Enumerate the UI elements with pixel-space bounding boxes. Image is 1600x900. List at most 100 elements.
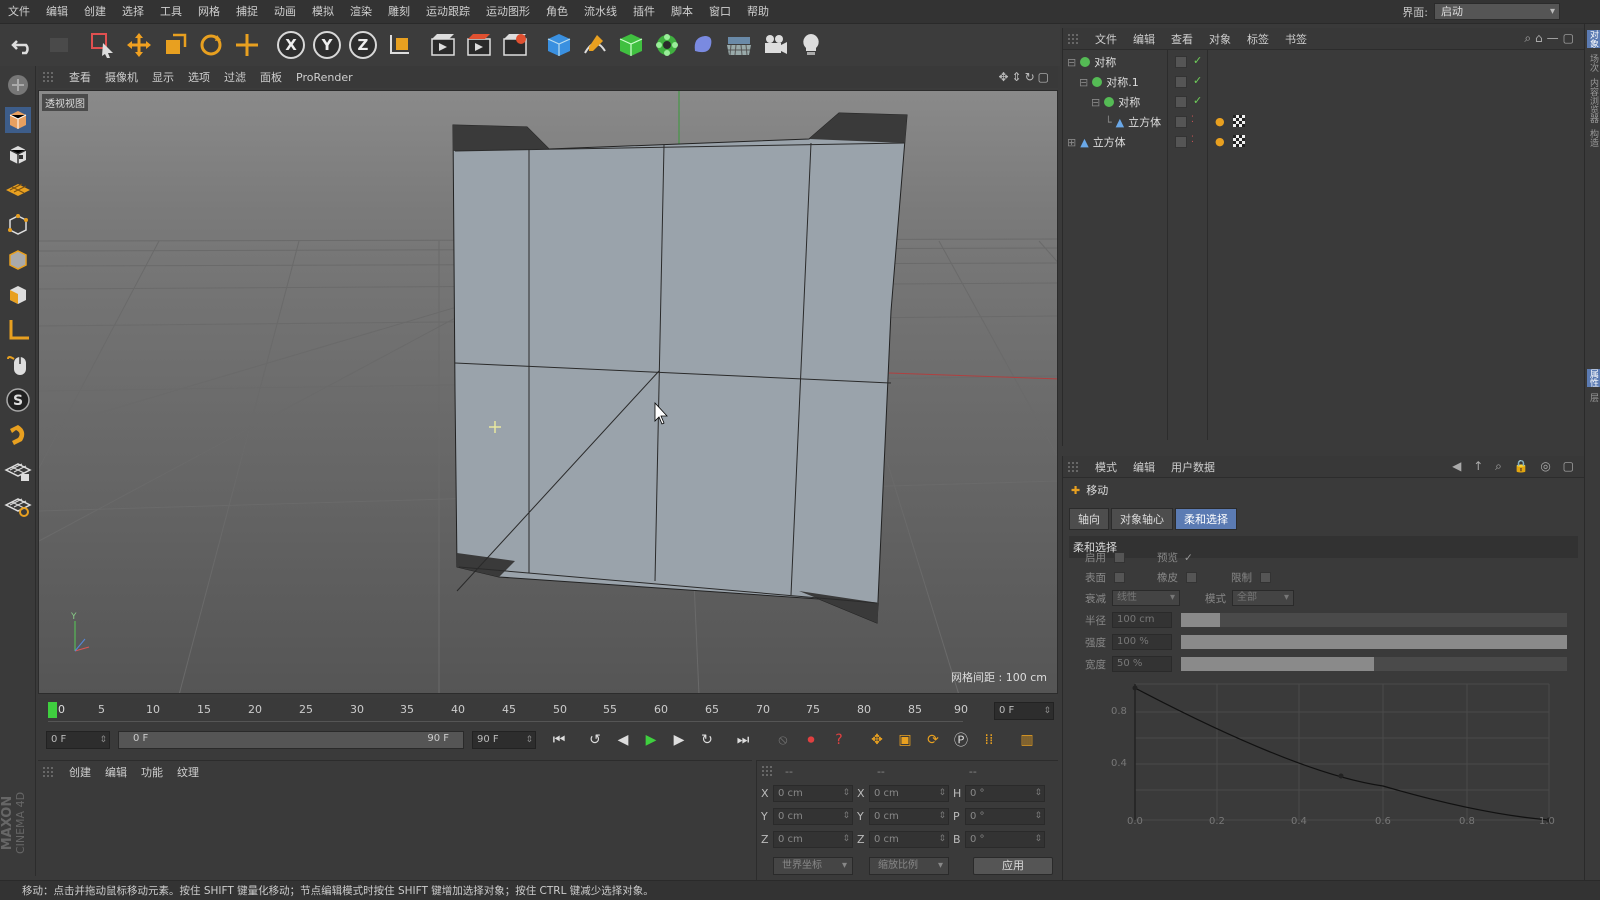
menu-script[interactable]: 脚本: [663, 0, 701, 24]
surface-checkbox[interactable]: [1114, 572, 1125, 583]
layer-toggle-icon[interactable]: [1175, 76, 1187, 88]
panel-grip-icon[interactable]: [1067, 460, 1079, 473]
play-icon[interactable]: ▶: [638, 727, 664, 753]
tab-content-browser-vertical[interactable]: 内容浏览器: [1587, 78, 1600, 123]
strength-slider[interactable]: [1181, 635, 1567, 649]
mode-dropdown[interactable]: 全部: [1232, 590, 1294, 606]
mat-menu-create[interactable]: 创建: [62, 764, 98, 780]
y-axis-lock-icon[interactable]: Y: [310, 28, 344, 62]
collapse-icon[interactable]: ⊟: [1091, 96, 1100, 109]
panel-grip-icon[interactable]: [42, 766, 54, 778]
z-axis-lock-icon[interactable]: Z: [346, 28, 380, 62]
size-y-field[interactable]: 0 cm: [869, 808, 949, 825]
world-coordinates-dropdown[interactable]: 世界坐标: [773, 857, 853, 875]
tab-object-axis[interactable]: 对象轴心: [1111, 508, 1173, 530]
om-menu-bookmarks[interactable]: 书签: [1277, 31, 1315, 47]
am-menu-edit[interactable]: 编辑: [1125, 459, 1163, 475]
visibility-dots-icon[interactable]: ⁚: [1191, 115, 1194, 125]
start-frame-field[interactable]: 0 F: [46, 731, 110, 749]
object-row[interactable]: └ ▲ 立方体 ⁚ ●: [1063, 112, 1583, 132]
key-parameter-icon[interactable]: Ⓟ: [948, 727, 974, 753]
size-x-field[interactable]: 0 cm: [869, 785, 949, 802]
render-view-icon[interactable]: [426, 28, 460, 62]
mat-menu-function[interactable]: 功能: [134, 764, 170, 780]
object-row[interactable]: ⊟ 对称.1 ✓: [1063, 72, 1583, 92]
render-picture-viewer-icon[interactable]: [462, 28, 496, 62]
key-position-icon[interactable]: ✥: [864, 727, 890, 753]
make-editable-icon[interactable]: [2, 69, 34, 101]
limit-checkbox[interactable]: [1260, 572, 1271, 583]
magnet-icon[interactable]: [2, 419, 34, 451]
deformer-icon[interactable]: [686, 28, 720, 62]
previous-key-icon[interactable]: ↺: [582, 727, 608, 753]
menu-file[interactable]: 文件: [0, 0, 38, 24]
texture-tag-icon[interactable]: [1233, 135, 1245, 147]
key-scale-icon[interactable]: ▣: [892, 727, 918, 753]
object-name[interactable]: 立方体: [1093, 134, 1126, 150]
cloner-icon[interactable]: [650, 28, 684, 62]
vp-menu-filter[interactable]: 过滤: [217, 69, 253, 85]
panel-grip-icon[interactable]: [1067, 32, 1079, 45]
collapse-icon[interactable]: ⊟: [1079, 76, 1088, 89]
menu-mograph[interactable]: 运动图形: [478, 0, 538, 24]
cube-primitive-icon[interactable]: [542, 28, 576, 62]
enable-checkbox[interactable]: [1114, 552, 1125, 563]
position-y-field[interactable]: 0 cm: [773, 808, 853, 825]
width-slider[interactable]: [1181, 657, 1567, 671]
menu-motion-tracker[interactable]: 运动跟踪: [418, 0, 478, 24]
rubber-checkbox[interactable]: [1186, 572, 1197, 583]
am-menu-userdata[interactable]: 用户数据: [1163, 459, 1223, 475]
position-z-field[interactable]: 0 cm: [773, 831, 853, 848]
width-field[interactable]: 50 %: [1112, 656, 1172, 672]
pen-spline-icon[interactable]: [578, 28, 612, 62]
scale-dropdown[interactable]: 缩放比例: [869, 857, 949, 875]
panel-grip-icon[interactable]: [42, 71, 54, 83]
preview-check-icon[interactable]: ✓: [1184, 552, 1193, 564]
menu-tools[interactable]: 工具: [152, 0, 190, 24]
redo-icon[interactable]: [42, 28, 76, 62]
transform-tool-icon[interactable]: [230, 28, 264, 62]
rotate-tool-icon[interactable]: [194, 28, 228, 62]
previous-frame-icon[interactable]: ◀: [610, 727, 636, 753]
am-menu-mode[interactable]: 模式: [1087, 459, 1125, 475]
texture-mode-icon[interactable]: [2, 139, 34, 171]
vp-menu-display[interactable]: 显示: [145, 69, 181, 85]
tab-layers-vertical[interactable]: 层: [1587, 393, 1600, 402]
timeline-ruler[interactable]: 0 5 10 15 20 25 30 35 40 45 50 55 60 65 …: [38, 700, 1058, 722]
tab-objects-vertical[interactable]: 对象: [1587, 30, 1600, 48]
falloff-graph[interactable]: 0.8 0.4 0.0 0.2 0.4 0.6 0.8 1.0: [1099, 674, 1569, 834]
next-frame-icon[interactable]: ▶: [666, 727, 692, 753]
om-menu-tags[interactable]: 标签: [1239, 31, 1277, 47]
om-menu-view[interactable]: 查看: [1163, 31, 1201, 47]
autokey-icon[interactable]: ⏺: [798, 727, 824, 753]
menu-pipeline[interactable]: 流水线: [576, 0, 625, 24]
tab-structure-vertical[interactable]: 构造: [1587, 129, 1600, 147]
viewport-nav-icons[interactable]: ✥⇕↻▢: [998, 70, 1052, 84]
menu-window[interactable]: 窗口: [701, 0, 739, 24]
go-to-start-icon[interactable]: ⏮: [546, 727, 572, 753]
apply-button[interactable]: 应用: [973, 857, 1053, 875]
live-selection-icon[interactable]: [86, 28, 120, 62]
radius-field[interactable]: 100 cm: [1112, 612, 1172, 628]
texture-tag-icon[interactable]: [1233, 115, 1245, 127]
mat-menu-texture[interactable]: 纹理: [170, 764, 206, 780]
axis-mode-icon[interactable]: [2, 314, 34, 346]
menu-animate[interactable]: 动画: [266, 0, 304, 24]
menu-create[interactable]: 创建: [76, 0, 114, 24]
next-key-icon[interactable]: ↻: [694, 727, 720, 753]
size-z-field[interactable]: 0 cm: [869, 831, 949, 848]
layer-toggle-icon[interactable]: [1175, 136, 1187, 148]
go-to-end-icon[interactable]: ⏭: [730, 727, 756, 753]
vp-menu-prorender[interactable]: ProRender: [289, 71, 360, 84]
panel-grip-icon[interactable]: [761, 765, 773, 777]
radius-slider[interactable]: [1181, 613, 1567, 627]
viewport-label[interactable]: 透视视图: [42, 94, 88, 111]
menu-sculpt[interactable]: 雕刻: [380, 0, 418, 24]
tab-soft-selection[interactable]: 柔和选择: [1175, 508, 1237, 530]
object-name[interactable]: 立方体: [1128, 114, 1161, 130]
current-frame-field[interactable]: 0 F: [994, 702, 1054, 720]
cube-object[interactable]: [452, 112, 908, 624]
locked-workplane-icon[interactable]: [2, 454, 34, 486]
object-name[interactable]: 对称.1: [1106, 74, 1139, 90]
tab-takes-vertical[interactable]: 场次: [1587, 54, 1600, 72]
